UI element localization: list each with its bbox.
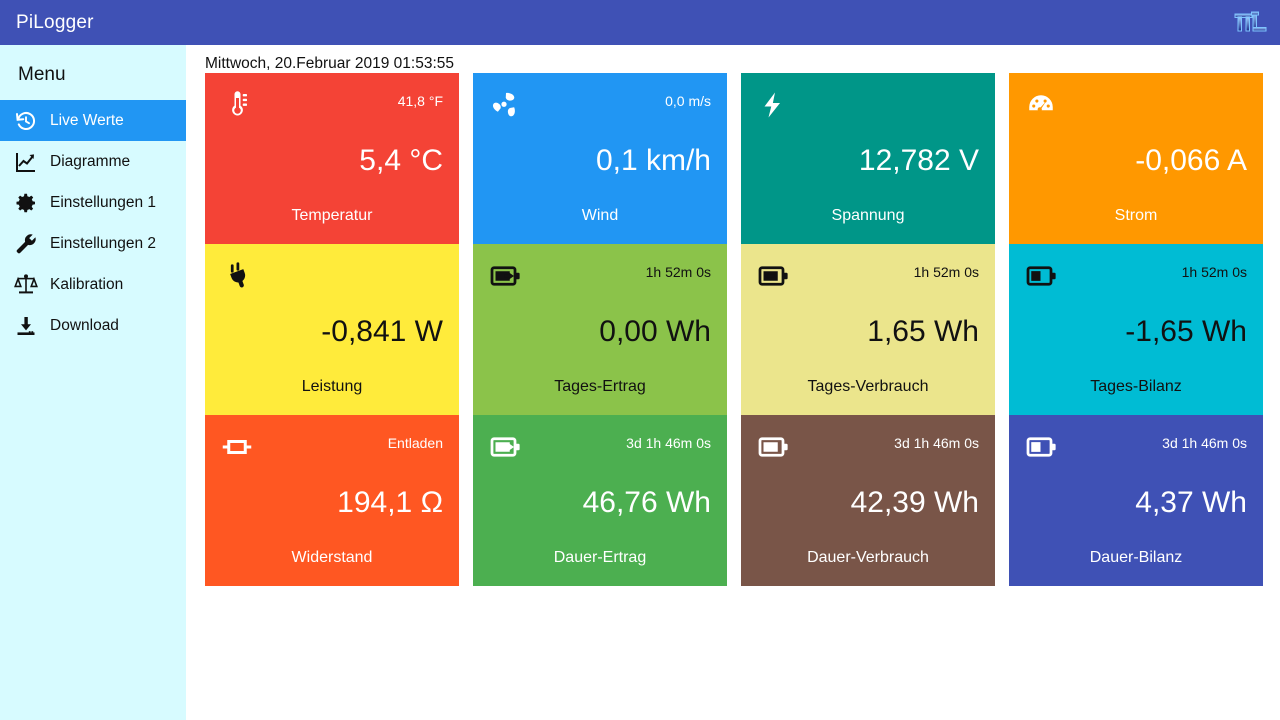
value-tile-strom[interactable]: -0,066 A Strom xyxy=(1009,73,1263,244)
pilogger-logo-icon xyxy=(1230,5,1272,41)
sidebar-item-einstellungen-2[interactable]: Einstellungen 2 xyxy=(0,223,186,264)
value-tile-tages-bilanz[interactable]: 1h 52m 0s -1,65 Wh Tages-Bilanz xyxy=(1009,244,1263,415)
value-tile-tages-ertrag[interactable]: 1h 52m 0s 0,00 Wh Tages-Ertrag xyxy=(473,244,727,415)
main-content: Mittwoch, 20.Februar 2019 01:53:55 41,8 … xyxy=(186,45,1280,720)
tile-label: Leistung xyxy=(301,378,363,395)
tile-secondary-value: 3d 1h 46m 0s xyxy=(894,435,979,451)
tile-primary-value: 194,1 Ω xyxy=(337,486,443,519)
fan-icon xyxy=(490,85,532,125)
tile-primary-value: 5,4 °C xyxy=(359,144,443,177)
tile-label: Strom xyxy=(1114,207,1158,224)
value-tile-dauer-ertrag[interactable]: 3d 1h 46m 0s 46,76 Wh Dauer-Ertrag xyxy=(473,415,727,586)
sidebar-item-label: Live Werte xyxy=(50,111,124,129)
tile-secondary-value: 41,8 °F xyxy=(397,93,443,109)
history-icon xyxy=(14,109,38,133)
value-tile-dauer-verbrauch[interactable]: 3d 1h 46m 0s 42,39 Wh Dauer-Verbrauch xyxy=(741,415,995,586)
tile-primary-value: 42,39 Wh xyxy=(850,486,979,519)
sidebar-item-diagramme[interactable]: Diagramme xyxy=(0,141,186,182)
tile-label: Dauer-Ertrag xyxy=(553,549,647,566)
tile-secondary-value: 1h 52m 0s xyxy=(913,264,979,280)
app-header: PiLogger xyxy=(0,0,1280,45)
sidebar-item-label: Kalibration xyxy=(50,275,124,293)
value-tile-tages-verbrauch[interactable]: 1h 52m 0s 1,65 Wh Tages-Verbrauch xyxy=(741,244,995,415)
value-tile-wind[interactable]: 0,0 m/s 0,1 km/h Wind xyxy=(473,73,727,244)
live-values-grid: 41,8 °F 5,4 °C Temperatur 0,0 m/s 0,1 km/h Wi… xyxy=(205,73,1271,586)
tile-label: Wind xyxy=(581,207,619,224)
gauge-icon xyxy=(1026,85,1068,125)
tile-primary-value: -0,066 A xyxy=(1135,144,1247,177)
resistor-icon xyxy=(222,427,264,467)
sidebar-item-label: Diagramme xyxy=(50,152,131,170)
tile-primary-value: 0,1 km/h xyxy=(595,144,711,177)
gear-icon xyxy=(14,191,38,215)
tile-primary-value: 0,00 Wh xyxy=(599,315,711,348)
value-tile-widerstand[interactable]: Entladen 194,1 Ω Widerstand xyxy=(205,415,459,586)
tile-label: Temperatur xyxy=(291,207,373,224)
value-tile-leistung[interactable]: -0,841 W Leistung xyxy=(205,244,459,415)
tile-secondary-value: 1h 52m 0s xyxy=(645,264,711,280)
battery-in-icon xyxy=(490,427,532,467)
wrench-icon xyxy=(14,232,38,256)
bolt-icon xyxy=(758,85,800,125)
menu-list: Live Werte Diagramme Einstellungen 1 Einste… xyxy=(0,100,186,346)
sidebar-item-live-werte[interactable]: Live Werte xyxy=(0,100,186,141)
app-title: PiLogger xyxy=(16,11,94,33)
battery-level-icon xyxy=(1026,256,1068,296)
tile-label: Dauer-Verbrauch xyxy=(807,549,929,566)
tile-label: Dauer-Bilanz xyxy=(1089,549,1183,566)
sidebar-item-kalibration[interactable]: Kalibration xyxy=(0,264,186,305)
tile-secondary-value: 0,0 m/s xyxy=(665,93,711,109)
tile-primary-value: 12,782 V xyxy=(858,144,979,177)
tile-label: Tages-Verbrauch xyxy=(807,378,929,395)
value-tile-dauer-bilanz[interactable]: 3d 1h 46m 0s 4,37 Wh Dauer-Bilanz xyxy=(1009,415,1263,586)
sidebar-item-label: Download xyxy=(50,316,119,334)
scales-icon xyxy=(14,273,38,297)
sidebar-item-einstellungen-1[interactable]: Einstellungen 1 xyxy=(0,182,186,223)
tile-primary-value: 4,37 Wh xyxy=(1135,486,1247,519)
tile-primary-value: -0,841 W xyxy=(321,315,443,348)
datetime-label: Mittwoch, 20.Februar 2019 01:53:55 xyxy=(205,55,455,72)
thermometer-icon xyxy=(222,85,264,125)
download-icon xyxy=(14,314,38,338)
value-tile-temperatur[interactable]: 41,8 °F 5,4 °C Temperatur xyxy=(205,73,459,244)
battery-in-icon xyxy=(490,256,532,296)
sidebar-item-label: Einstellungen 2 xyxy=(50,234,156,252)
sidebar-item-download[interactable]: Download xyxy=(0,305,186,346)
tile-primary-value: 1,65 Wh xyxy=(867,315,979,348)
chart-line-icon xyxy=(14,150,38,174)
battery-out-icon xyxy=(758,256,800,296)
tile-label: Tages-Ertrag xyxy=(554,378,646,395)
tile-label: Spannung xyxy=(831,207,905,224)
value-tile-spannung[interactable]: 12,782 V Spannung xyxy=(741,73,995,244)
menu-title: Menu xyxy=(18,64,66,85)
tile-primary-value: -1,65 Wh xyxy=(1125,315,1247,348)
tile-secondary-value: 3d 1h 46m 0s xyxy=(626,435,711,451)
tile-label: Widerstand xyxy=(291,549,373,566)
sidebar: Menu Live Werte Diagramme Einstellungen 1 E… xyxy=(0,45,186,720)
tile-secondary-value: Entladen xyxy=(387,435,443,451)
plug-icon xyxy=(222,256,264,296)
battery-out-icon xyxy=(758,427,800,467)
tile-secondary-value: 1h 52m 0s xyxy=(1181,264,1247,280)
tile-secondary-value: 3d 1h 46m 0s xyxy=(1162,435,1247,451)
tile-label: Tages-Bilanz xyxy=(1090,378,1182,395)
sidebar-item-label: Einstellungen 1 xyxy=(50,193,156,211)
battery-level-icon xyxy=(1026,427,1068,467)
tile-primary-value: 46,76 Wh xyxy=(582,486,711,519)
